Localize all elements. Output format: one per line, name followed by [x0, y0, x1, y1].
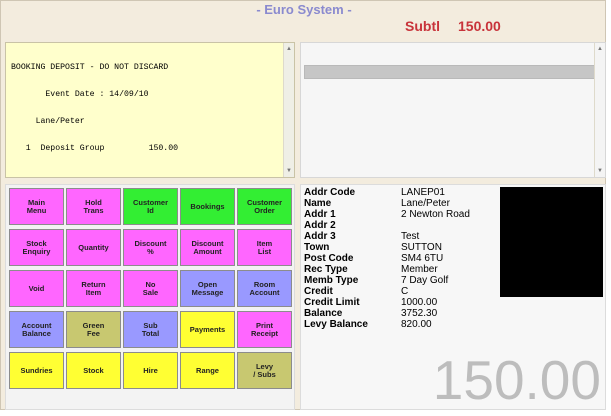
key-label: Print Receipt: [250, 320, 279, 338]
detail-value: C: [401, 286, 409, 297]
detail-label: Levy Balance: [304, 319, 368, 330]
detail-value: Lane/Peter: [401, 198, 450, 209]
key-bookings-button[interactable]: Bookings: [180, 188, 235, 225]
key-label: Customer Order: [246, 197, 282, 215]
key-label: Levy / Subs: [253, 361, 276, 379]
key-discount-amount-button[interactable]: Discount Amount: [180, 229, 235, 266]
key-quantity-button[interactable]: Quantity: [66, 229, 121, 266]
receipt-text: BOOKING DEPOSIT - DO NOT DISCARD Event D…: [11, 45, 281, 171]
key-levy-subs-button[interactable]: Levy / Subs: [237, 352, 292, 389]
message-bar: [304, 65, 602, 79]
receipt-line: BOOKING DEPOSIT - DO NOT DISCARD: [11, 63, 169, 72]
receipt-scrollbar[interactable]: ▲ ▼: [283, 43, 294, 177]
key-no-sale-button[interactable]: No Sale: [123, 270, 178, 307]
key-green-fee-button[interactable]: Green Fee: [66, 311, 121, 348]
detail-label: Addr 3: [304, 231, 336, 242]
receipt-panel: BOOKING DEPOSIT - DO NOT DISCARD Event D…: [5, 42, 295, 178]
scroll-down-arrow-icon[interactable]: ▼: [284, 166, 294, 176]
key-range-button[interactable]: Range: [180, 352, 235, 389]
key-label: No Sale: [142, 279, 159, 297]
key-room-account-button[interactable]: Room Account: [237, 270, 292, 307]
detail-value: LANEP01: [401, 187, 445, 198]
key-label: Open Message: [191, 279, 224, 297]
key-customer-id-button[interactable]: Customer Id: [123, 188, 178, 225]
key-sub-total-button[interactable]: Sub Total: [123, 311, 178, 348]
scroll-up-arrow-icon[interactable]: ▲: [595, 44, 605, 54]
detail-value: 820.00: [401, 319, 432, 330]
customer-photo: [500, 187, 603, 297]
message-scrollbar[interactable]: ▲ ▼: [594, 43, 605, 177]
key-sundries-button[interactable]: Sundries: [9, 352, 64, 389]
detail-label: Credit Limit: [304, 297, 360, 308]
scroll-down-arrow-icon[interactable]: ▼: [595, 166, 605, 176]
key-label: Payments: [189, 324, 226, 334]
function-keypad: Main Menu Hold Trans Customer Id Bookings Cu…: [5, 184, 295, 410]
customer-details-panel: Levy Balance 820.00 Balance 3752.30 Credit L…: [300, 184, 606, 410]
detail-value: 1000.00: [401, 297, 438, 308]
detail-value: Test: [401, 231, 420, 242]
subtotal-label: Subtl: [405, 18, 440, 34]
key-label: Return Item: [81, 279, 106, 297]
key-label: Discount %: [134, 238, 167, 256]
message-panel: ▲ ▼: [300, 42, 606, 178]
key-label: Hire: [143, 365, 158, 375]
receipt-line: 1 Deposit Group 150.00: [11, 144, 179, 153]
detail-label: Addr 1: [304, 209, 336, 220]
app-title: - Euro System -: [256, 2, 352, 17]
detail-label: Credit: [304, 286, 333, 297]
key-return-item-button[interactable]: Return Item: [66, 270, 121, 307]
subtotal-value: 150.00: [458, 18, 501, 34]
detail-value: SUTTON: [401, 242, 442, 253]
detail-value: 7 Day Golf: [401, 275, 449, 286]
key-label: Green Fee: [82, 320, 105, 338]
total-display: 150.00: [432, 349, 601, 411]
key-stock-enquiry-button[interactable]: Stock Enquiry: [9, 229, 64, 266]
key-label: Stock Enquiry: [22, 238, 51, 256]
key-account-balance-button[interactable]: Account Balance: [9, 311, 64, 348]
key-label: Customer Id: [132, 197, 168, 215]
detail-label: Name: [304, 198, 332, 209]
detail-value: SM4 6TU: [401, 253, 444, 264]
detail-label: Balance: [304, 308, 343, 319]
detail-label: Post Code: [304, 253, 354, 264]
detail-value: 3752.30: [401, 308, 438, 319]
key-label: Quantity: [78, 242, 109, 252]
key-label: Sub Total: [141, 320, 160, 338]
key-hire-button[interactable]: Hire: [123, 352, 178, 389]
detail-value: 2 Newton Road: [401, 209, 470, 220]
key-stock-button[interactable]: Stock: [66, 352, 121, 389]
detail-label: Addr 2: [304, 220, 336, 231]
detail-label: Rec Type: [304, 264, 348, 275]
detail-label: Memb Type: [304, 275, 359, 286]
receipt-line: Event Date : 14/09/10: [11, 90, 149, 99]
detail-label: Addr Code: [304, 187, 356, 198]
key-label: Main Menu: [26, 197, 47, 215]
key-discount-button[interactable]: Discount %: [123, 229, 178, 266]
key-payments-button[interactable]: Payments: [180, 311, 235, 348]
key-void-button[interactable]: Void: [9, 270, 64, 307]
key-label: Range: [196, 365, 219, 375]
key-open-message-button[interactable]: Open Message: [180, 270, 235, 307]
key-label: Item List: [256, 238, 273, 256]
key-main-menu-button[interactable]: Main Menu: [9, 188, 64, 225]
key-label: Void: [28, 283, 45, 293]
key-label: Hold Trans: [83, 197, 104, 215]
key-label: Sundries: [20, 365, 53, 375]
key-print-receipt-button[interactable]: Print Receipt: [237, 311, 292, 348]
key-label: Room Account: [249, 279, 280, 297]
key-hold-trans-button[interactable]: Hold Trans: [66, 188, 121, 225]
detail-value: Member: [401, 264, 438, 275]
key-label: Discount Amount: [191, 238, 224, 256]
key-customer-order-button[interactable]: Customer Order: [237, 188, 292, 225]
scroll-up-arrow-icon[interactable]: ▲: [284, 44, 294, 54]
key-label: Account Balance: [21, 320, 52, 338]
key-label: Bookings: [190, 201, 225, 211]
key-item-list-button[interactable]: Item List: [237, 229, 292, 266]
detail-label: Town: [304, 242, 330, 253]
receipt-line: Lane/Peter: [11, 117, 85, 126]
key-label: Stock: [83, 365, 104, 375]
